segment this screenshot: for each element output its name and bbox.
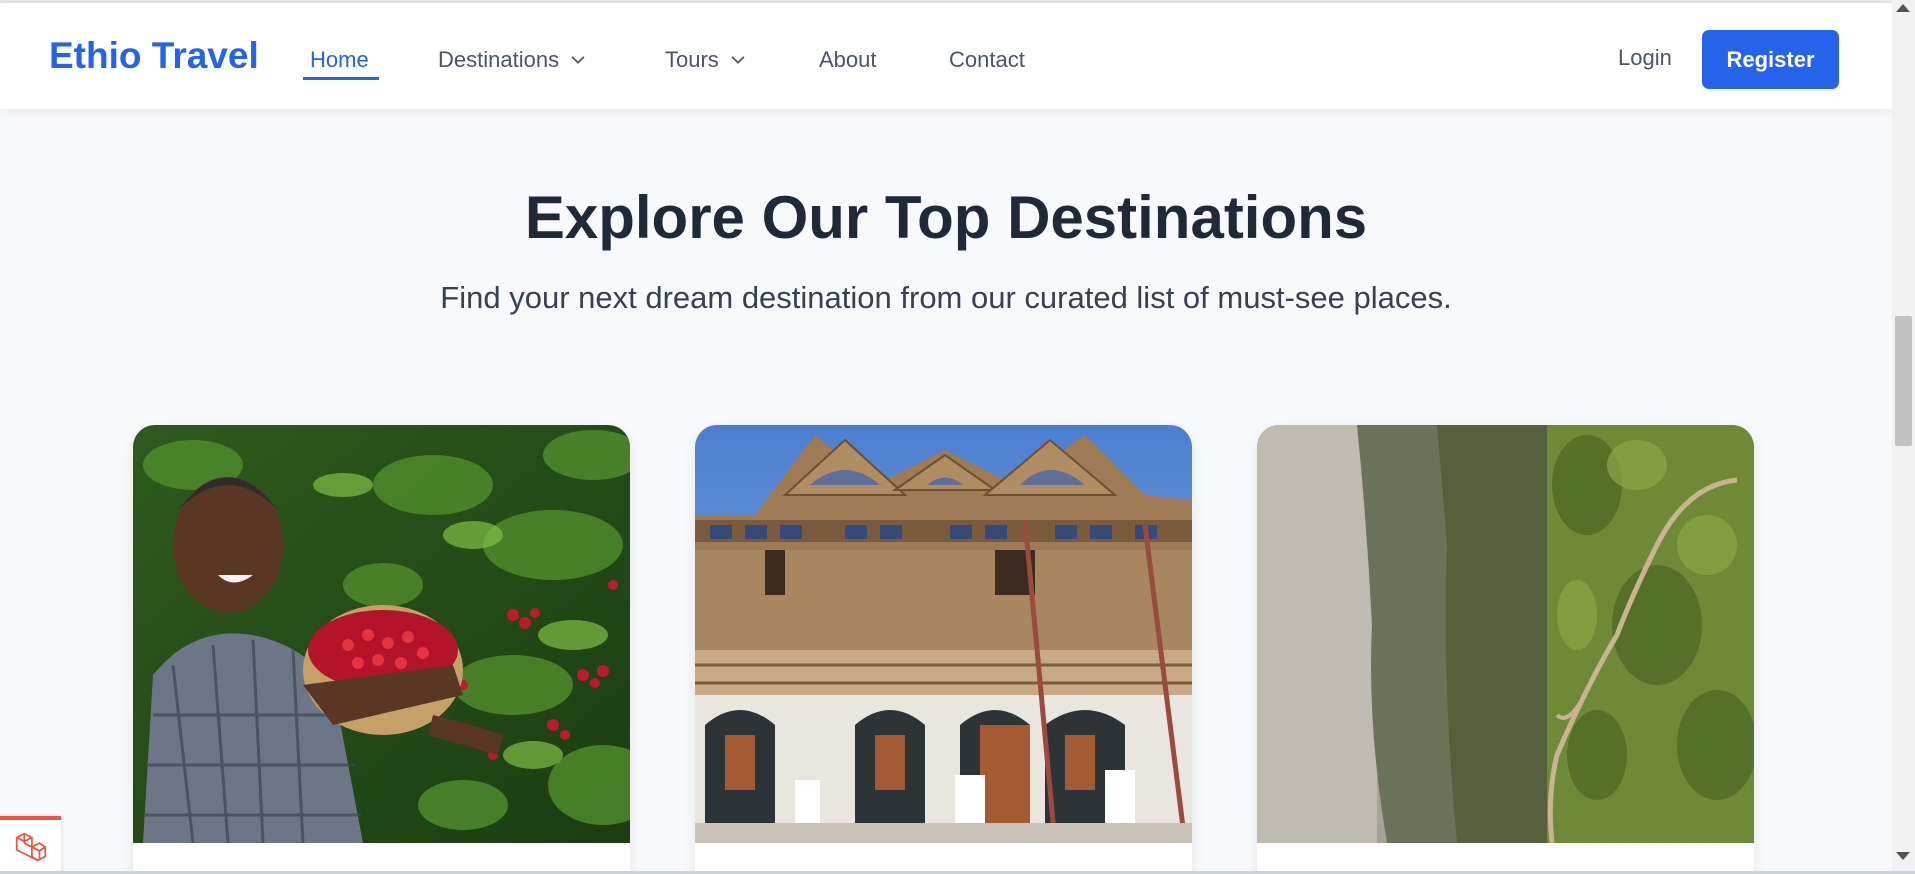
nav-contact[interactable]: Contact — [949, 47, 1025, 73]
page-scrollbar[interactable] — [1892, 0, 1915, 874]
navbar: Ethio Travel Home Destinations Tours Abo… — [0, 3, 1892, 109]
nav-tours[interactable]: Tours — [665, 47, 747, 73]
section-title: Explore Our Top Destinations — [524, 184, 1368, 251]
laravel-logo-icon — [15, 832, 47, 862]
login-link[interactable]: Login — [1618, 45, 1672, 71]
destination-image — [133, 425, 630, 843]
nav-home[interactable]: Home — [310, 47, 369, 73]
page: Ethio Travel Home Destinations Tours Abo… — [0, 0, 1892, 874]
nav-about-label: About — [819, 47, 877, 72]
destination-image — [1257, 425, 1754, 843]
nav-about[interactable]: About — [819, 47, 877, 73]
brand-logo[interactable]: Ethio Travel — [49, 35, 259, 77]
scrollbar-thumb[interactable] — [1895, 316, 1912, 446]
laravel-debug-badge[interactable] — [0, 816, 61, 874]
chevron-down-icon — [731, 56, 745, 64]
destination-card[interactable] — [1257, 425, 1754, 874]
destination-image — [695, 425, 1192, 843]
nav-home-label: Home — [310, 47, 369, 72]
nav-contact-label: Contact — [949, 47, 1025, 72]
nav-destinations-label: Destinations — [438, 47, 560, 72]
scroll-down-arrow-icon[interactable] — [1896, 852, 1910, 860]
nav-active-underline — [303, 77, 379, 80]
destination-card[interactable] — [133, 425, 630, 874]
scroll-up-arrow-icon[interactable] — [1896, 4, 1910, 12]
nav-destinations[interactable]: Destinations — [438, 47, 587, 73]
chevron-down-icon — [571, 56, 585, 64]
section-subtitle: Find your next dream destination from ou… — [440, 280, 1452, 315]
nav-tours-label: Tours — [665, 47, 719, 72]
destination-card[interactable] — [695, 425, 1192, 874]
register-button[interactable]: Register — [1702, 30, 1839, 89]
